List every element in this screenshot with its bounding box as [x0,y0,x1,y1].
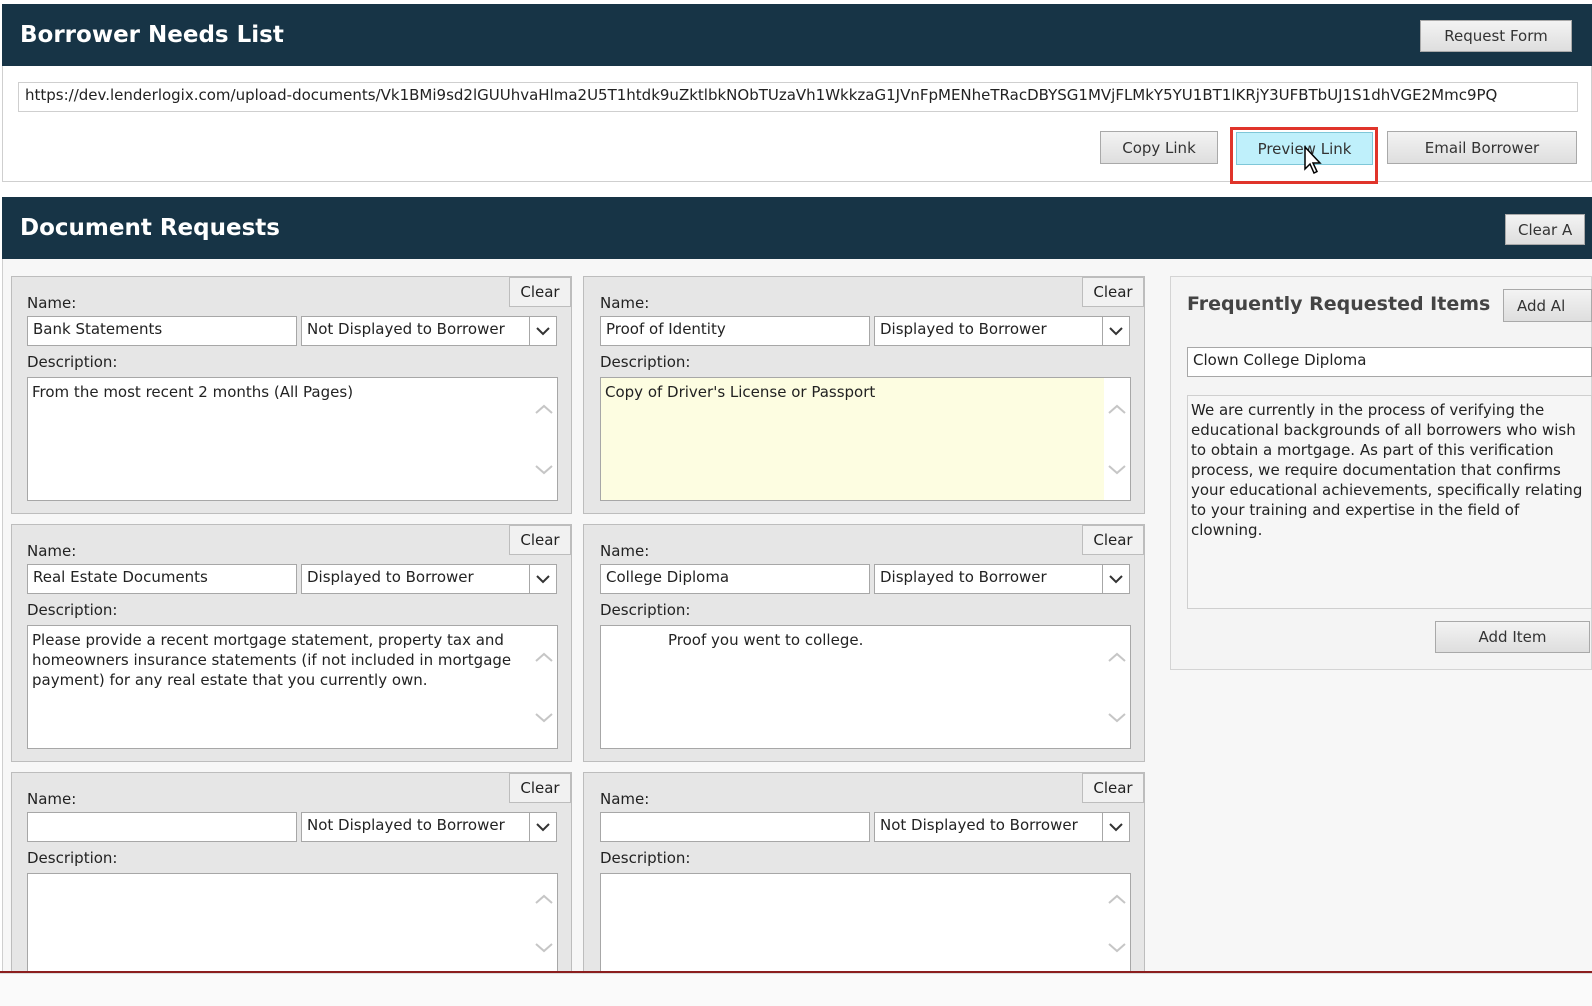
clear-button[interactable]: Clear [1082,525,1144,555]
display-select[interactable]: Displayed to Borrower [874,316,1130,346]
name-input[interactable]: Real Estate Documents [27,564,297,594]
description-text: From the most recent 2 months (All Pages… [32,383,354,401]
chevron-down-icon[interactable] [1102,317,1129,345]
name-label: Name: [27,294,77,312]
request-form-button[interactable]: Request Form [1420,20,1572,52]
clear-button[interactable]: Clear [509,773,571,803]
chevron-down-icon [1108,942,1126,952]
display-select[interactable]: Displayed to Borrower [874,564,1130,594]
chevron-down-icon [535,712,553,722]
frequent-item-description: We are currently in the process of verif… [1187,395,1592,609]
chevron-down-icon[interactable] [529,317,556,345]
display-select-value: Not Displayed to Borrower [880,816,1078,834]
chevron-down-icon[interactable] [1102,813,1129,841]
display-select[interactable]: Not Displayed to Borrower [874,812,1130,842]
chevron-down-icon [1108,712,1126,722]
name-label: Name: [27,790,77,808]
chevron-up-icon [1108,894,1126,904]
display-select-value: Displayed to Borrower [307,568,474,586]
chevron-down-icon[interactable] [529,813,556,841]
chevron-up-icon [1108,404,1126,414]
display-select[interactable]: Displayed to Borrower [301,564,557,594]
chevron-down-icon [535,942,553,952]
frequent-item-select[interactable]: Clown College Diploma [1187,347,1592,377]
textarea-scrollbar[interactable] [531,626,557,748]
chevron-down-icon[interactable] [529,565,556,593]
display-select-value: Not Displayed to Borrower [307,816,505,834]
description-textarea[interactable]: Proof you went to college. [600,625,1131,749]
name-label: Name: [600,542,650,560]
description-label: Description: [600,353,691,371]
clear-button[interactable]: Clear [1082,773,1144,803]
description-label: Description: [27,601,118,619]
needs-list-header: Borrower Needs List [2,4,1592,66]
description-text: Please provide a recent mortgage stateme… [32,631,512,689]
clear-button[interactable]: Clear [1082,277,1144,307]
textarea-scrollbar[interactable] [531,874,557,972]
chevron-up-icon [535,894,553,904]
display-select[interactable]: Not Displayed to Borrower [301,812,557,842]
name-input[interactable] [600,812,870,842]
description-textarea[interactable]: Copy of Driver's License or Passport [600,377,1131,501]
add-all-button[interactable]: Add Al [1503,289,1592,322]
description-textarea[interactable] [27,873,558,972]
copy-link-button[interactable]: Copy Link [1100,131,1218,164]
upload-url-field[interactable]: https://dev.lenderlogix.com/upload-docum… [18,82,1578,112]
textarea-scrollbar[interactable] [1104,378,1130,500]
footer-strip [0,973,1592,1006]
description-text: Proof you went to college. [668,631,864,649]
clear-button[interactable]: Clear [509,525,571,555]
display-select[interactable]: Not Displayed to Borrower [301,316,557,346]
description-textarea[interactable]: From the most recent 2 months (All Pages… [27,377,558,501]
description-label: Description: [600,849,691,867]
name-label: Name: [600,294,650,312]
doc-requests-title: Document Requests [20,215,280,241]
chevron-up-icon [535,652,553,662]
display-select-value: Not Displayed to Borrower [307,320,505,338]
name-label: Name: [600,790,650,808]
description-label: Description: [27,849,118,867]
frequent-items-title: Frequently Requested Items [1187,293,1491,315]
name-label: Name: [27,542,77,560]
name-input[interactable] [27,812,297,842]
chevron-down-icon [1108,464,1126,474]
name-input[interactable]: Bank Statements [27,316,297,346]
add-item-button[interactable]: Add Item [1435,621,1590,653]
frequent-item-select-value: Clown College Diploma [1193,351,1367,369]
email-borrower-button[interactable]: Email Borrower [1387,131,1577,164]
display-select-value: Displayed to Borrower [880,568,1047,586]
doc-requests-header: Document Requests [2,197,1592,259]
display-select-value: Displayed to Borrower [880,320,1047,338]
clear-all-button[interactable]: Clear A [1505,214,1585,245]
description-text: Copy of Driver's License or Passport [605,383,876,401]
chevron-up-icon [1108,652,1126,662]
name-input[interactable]: College Diploma [600,564,870,594]
description-textarea[interactable] [600,873,1131,972]
name-input[interactable]: Proof of Identity [600,316,870,346]
description-label: Description: [600,601,691,619]
description-textarea[interactable]: Please provide a recent mortgage stateme… [27,625,558,749]
chevron-down-icon[interactable] [1102,565,1129,593]
clear-button[interactable]: Clear [509,277,571,307]
textarea-scrollbar[interactable] [531,378,557,500]
description-label: Description: [27,353,118,371]
chevron-down-icon [535,464,553,474]
frequent-item-description-text: We are currently in the process of verif… [1191,401,1583,539]
textarea-scrollbar[interactable] [1104,874,1130,972]
chevron-up-icon [535,404,553,414]
textarea-scrollbar[interactable] [1104,626,1130,748]
mouse-cursor-icon [1303,145,1323,176]
needs-list-title: Borrower Needs List [20,22,284,48]
